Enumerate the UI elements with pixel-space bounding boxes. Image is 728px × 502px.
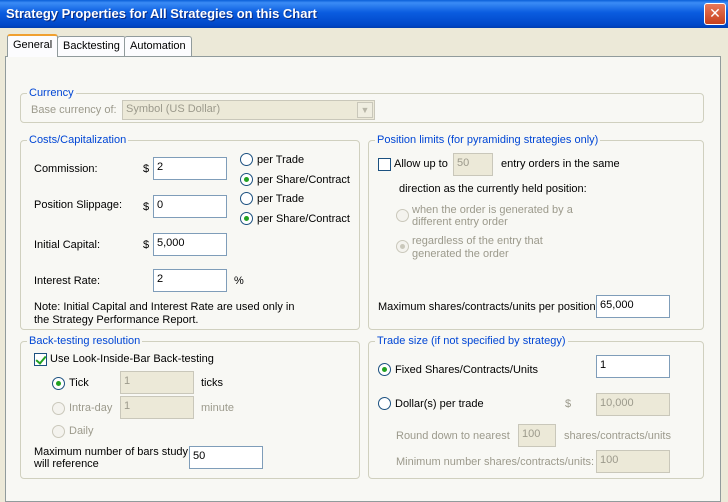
fixed-shares-label: Fixed Shares/Contracts/Units: [395, 364, 539, 376]
minimum-shares-label: Minimum number shares/contracts/units:: [396, 456, 595, 468]
interest-rate-label: Interest Rate:: [34, 275, 101, 287]
slippage-currency: $: [143, 201, 150, 213]
base-currency-select[interactable]: Symbol (US Dollar) ▼: [122, 100, 375, 120]
tab-backtesting[interactable]: Backtesting: [57, 36, 126, 56]
max-bars-line2: will reference: [34, 458, 99, 470]
allow-up-to-label: Allow up to: [394, 158, 448, 170]
tick-label: Tick: [69, 377, 89, 389]
position-limits-group: Position limits (for pyramiding strategi…: [368, 134, 704, 330]
initial-capital-label: Initial Capital:: [34, 239, 101, 251]
dialog-client: General Backtesting Automation Currency …: [3, 28, 725, 502]
intraday-input[interactable]: 1: [120, 396, 194, 419]
interest-rate-input[interactable]: 2: [153, 269, 227, 292]
regardless-entry-line1: regardless of the entry that: [412, 235, 543, 247]
currency-legend: Currency: [27, 87, 76, 99]
commission-per-share-label: per Share/Contract: [257, 174, 350, 186]
commission-input[interactable]: 2: [153, 157, 227, 180]
fixed-shares-input[interactable]: 1: [596, 355, 670, 378]
costs-note-line1: Note: Initial Capital and Interest Rate …: [34, 301, 295, 313]
slippage-input[interactable]: 0: [153, 195, 227, 218]
intraday-label: Intra-day: [69, 402, 113, 414]
intraday-unit: minute: [201, 402, 235, 414]
chevron-down-icon: ▼: [357, 102, 373, 118]
dollar-currency: $: [565, 398, 572, 410]
commission-per-trade-radio[interactable]: [240, 153, 253, 166]
max-shares-input[interactable]: 65,000: [596, 295, 670, 318]
commission-per-share-radio[interactable]: [240, 173, 253, 186]
order-generated-radio[interactable]: [396, 209, 409, 222]
allow-up-to-checkbox[interactable]: [378, 158, 391, 171]
round-down-input[interactable]: 100: [518, 424, 556, 447]
look-inside-bar-checkbox[interactable]: [34, 353, 47, 366]
title-bar[interactable]: Strategy Properties for All Strategies o…: [0, 0, 728, 28]
allow-up-to-input[interactable]: 50: [453, 153, 493, 176]
close-button[interactable]: ✕: [704, 3, 726, 25]
commission-per-trade-label: per Trade: [257, 154, 305, 166]
dollar-per-trade-label: Dollar(s) per trade: [395, 398, 484, 410]
fixed-shares-radio[interactable]: [378, 363, 391, 376]
minimum-shares-input[interactable]: 100: [596, 450, 670, 473]
max-shares-label: Maximum shares/contracts/units per posit…: [378, 301, 596, 313]
commission-currency: $: [143, 163, 150, 175]
max-bars-line1: Maximum number of bars study: [34, 446, 189, 458]
regardless-entry-radio[interactable]: [396, 240, 409, 253]
daily-label: Daily: [69, 425, 94, 437]
tick-unit: ticks: [201, 377, 223, 389]
interest-rate-unit: %: [234, 275, 244, 287]
round-down-unit: shares/contracts/units: [564, 430, 671, 442]
base-currency-label: Base currency of:: [31, 104, 117, 116]
backtesting-resolution-group: Back-testing resolution Use Look-Inside-…: [20, 335, 360, 479]
slippage-per-trade-label: per Trade: [257, 193, 305, 205]
tick-radio[interactable]: [52, 377, 65, 390]
dollar-per-trade-input[interactable]: 10,000: [596, 393, 670, 416]
intraday-radio[interactable]: [52, 402, 65, 415]
regardless-entry-line2: generated the order: [412, 248, 509, 260]
costs-group: Costs/Capitalization Commission: $ 2 per…: [20, 134, 360, 330]
order-generated-line2: different entry order: [412, 216, 508, 228]
daily-radio[interactable]: [52, 425, 65, 438]
tab-automation[interactable]: Automation: [124, 36, 192, 56]
slippage-per-trade-radio[interactable]: [240, 192, 253, 205]
slippage-per-share-radio[interactable]: [240, 212, 253, 225]
currency-group: Currency Base currency of: Symbol (US Do…: [20, 87, 704, 123]
general-tab-panel: Currency Base currency of: Symbol (US Do…: [5, 56, 721, 502]
round-down-label: Round down to nearest: [396, 430, 510, 442]
commission-label: Commission:: [34, 163, 98, 175]
backtesting-legend: Back-testing resolution: [27, 335, 143, 347]
slippage-label: Position Slippage:: [34, 199, 123, 211]
direction-text: direction as the currently held position…: [399, 183, 587, 195]
base-currency-value: Symbol (US Dollar): [126, 103, 221, 115]
order-generated-line1: when the order is generated by a: [412, 204, 573, 216]
max-bars-input[interactable]: 50: [189, 446, 263, 469]
costs-legend: Costs/Capitalization: [27, 134, 129, 146]
window-title: Strategy Properties for All Strategies o…: [6, 6, 317, 21]
position-limits-legend: Position limits (for pyramiding strategi…: [375, 134, 601, 146]
tab-general[interactable]: General: [7, 34, 59, 57]
entry-orders-text: entry orders in the same: [501, 158, 620, 170]
trade-size-group: Trade size (if not specified by strategy…: [368, 335, 704, 479]
tick-input[interactable]: 1: [120, 371, 194, 394]
dollar-per-trade-radio[interactable]: [378, 397, 391, 410]
initial-capital-currency: $: [143, 239, 150, 251]
slippage-per-share-label: per Share/Contract: [257, 213, 350, 225]
costs-note-line2: the Strategy Performance Report.: [34, 314, 199, 326]
initial-capital-input[interactable]: 5,000: [153, 233, 227, 256]
trade-size-legend: Trade size (if not specified by strategy…: [375, 335, 568, 347]
look-inside-bar-label: Use Look-Inside-Bar Back-testing: [50, 353, 214, 365]
